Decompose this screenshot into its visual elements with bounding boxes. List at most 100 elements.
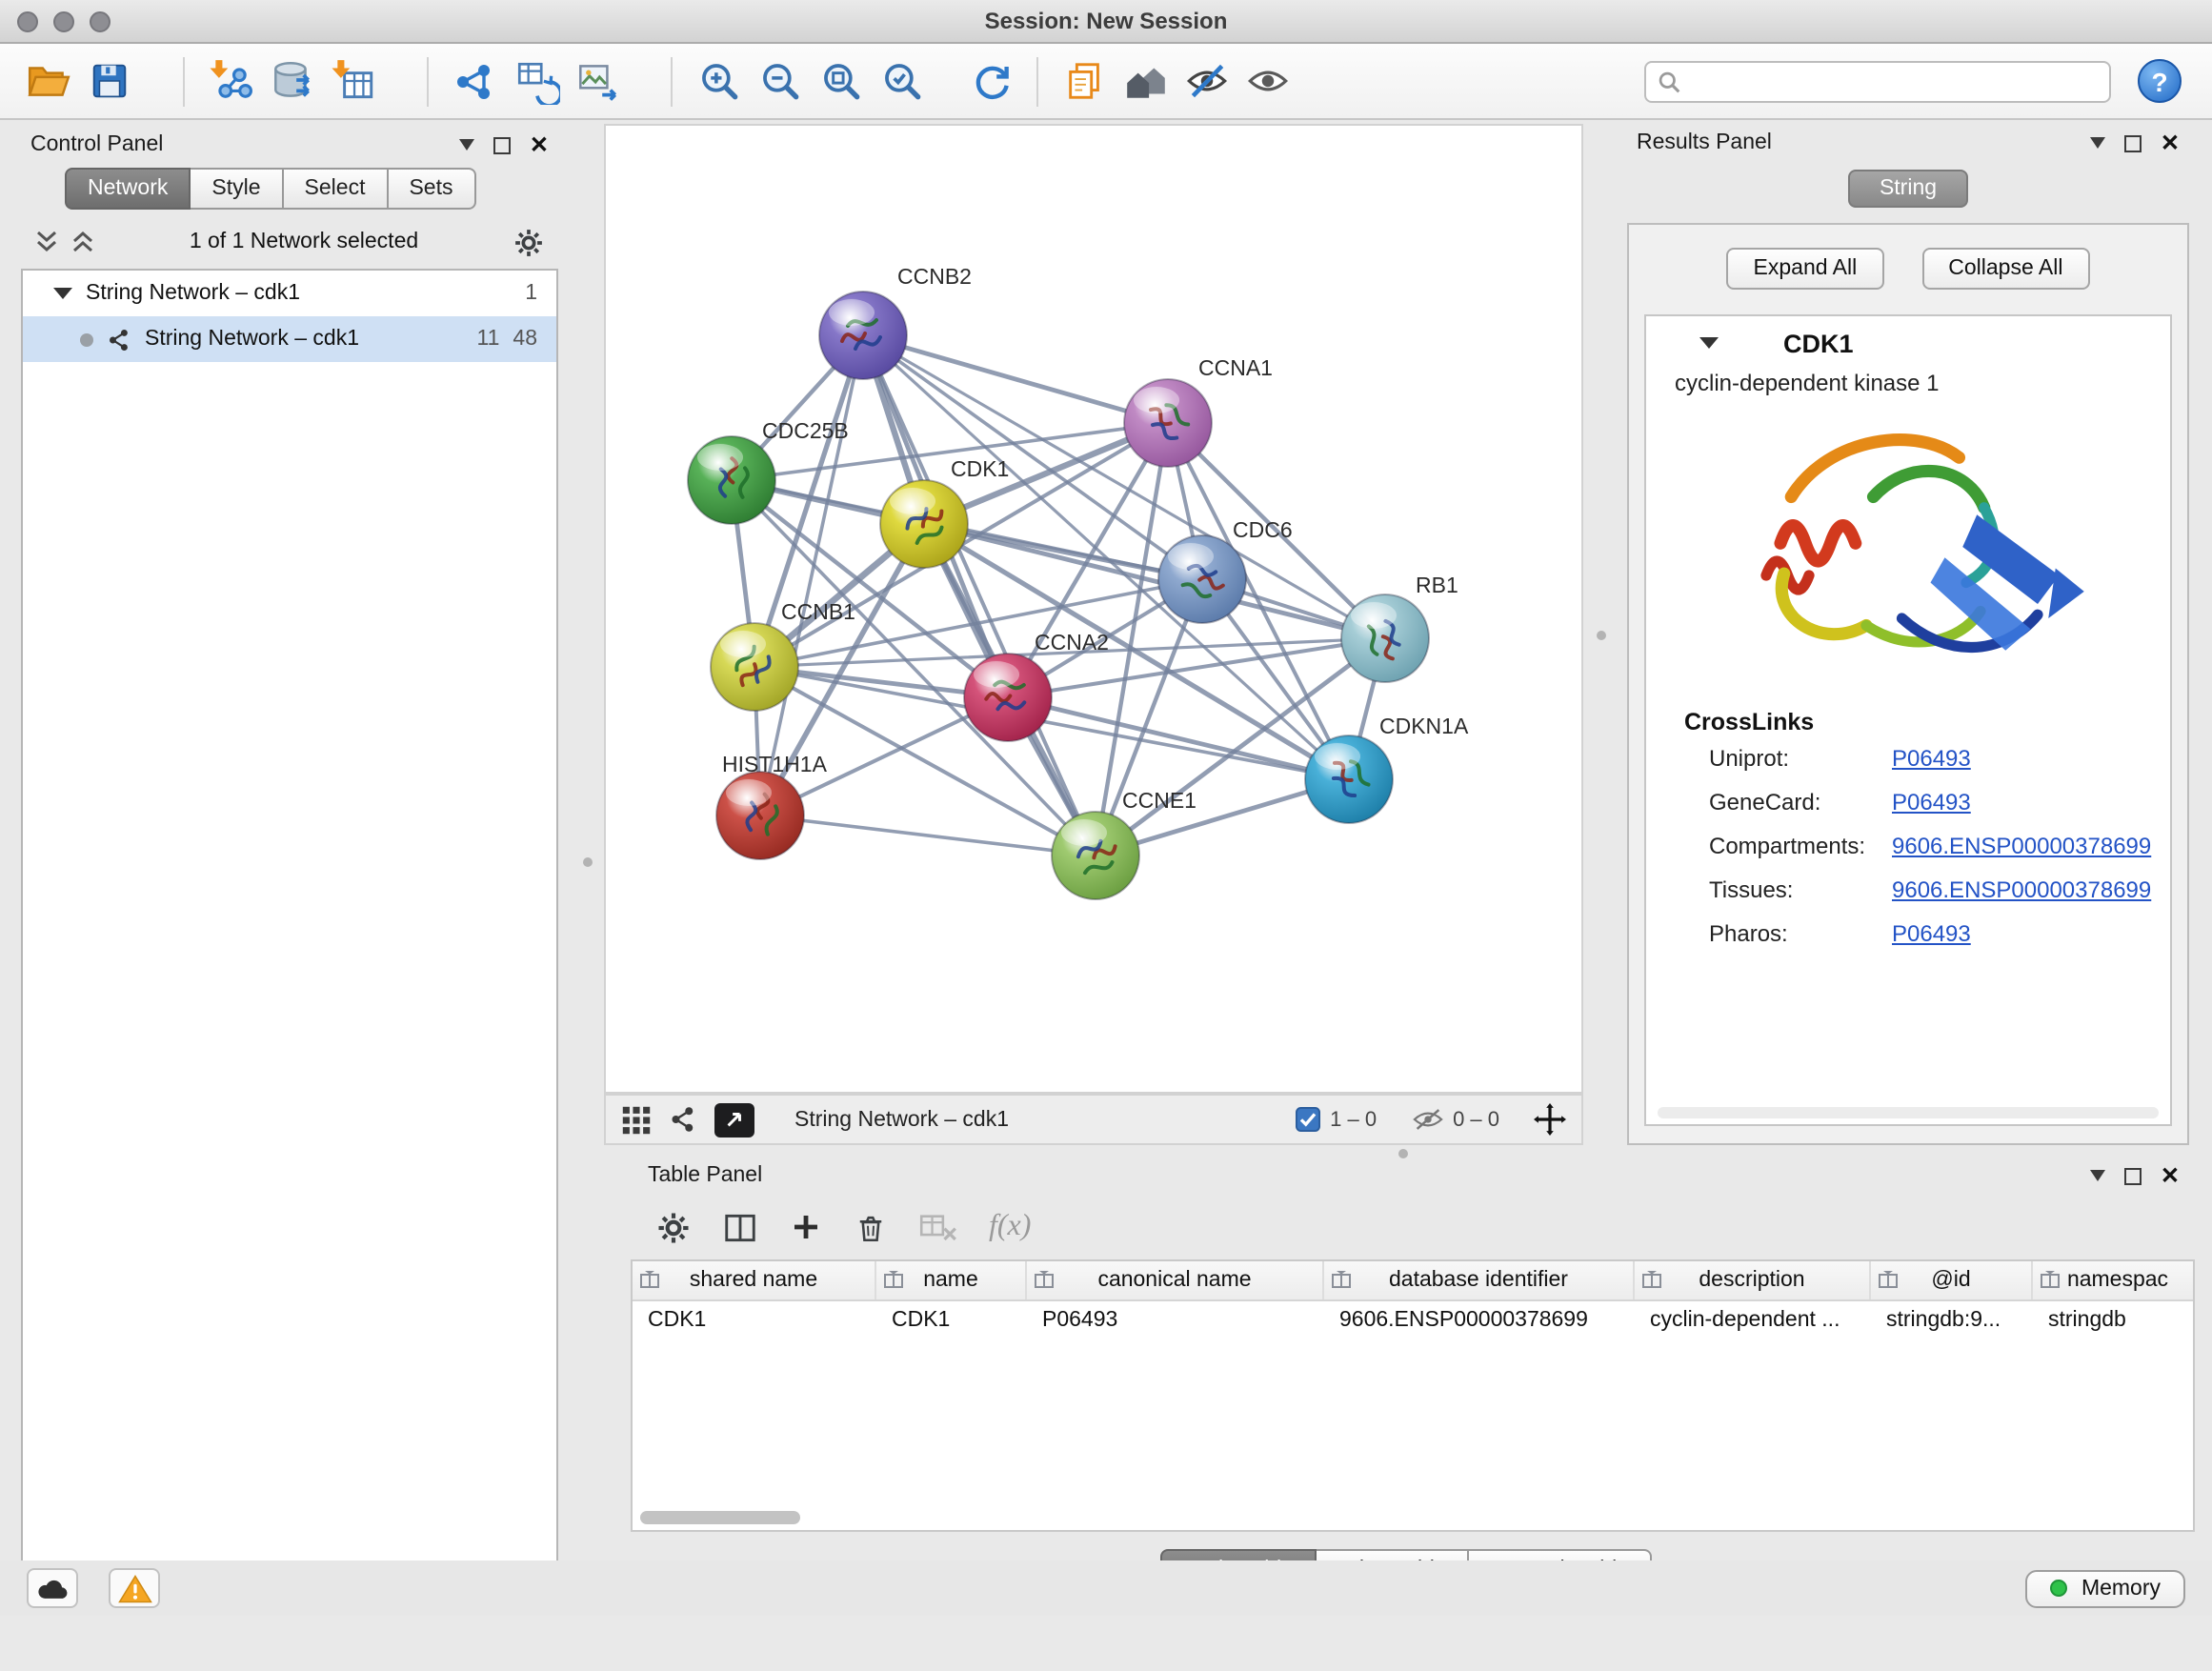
- column-header-name[interactable]: name: [876, 1261, 1027, 1299]
- node-label-CCNA1: CCNA1: [1198, 355, 1273, 380]
- protein-ribbon-icon: [1727, 404, 2089, 690]
- network-node-CCNB1[interactable]: CCNB1: [711, 599, 855, 711]
- panel-menu-icon[interactable]: [2090, 1170, 2105, 1181]
- disclosure-triangle-icon[interactable]: [53, 288, 72, 299]
- import-network-database-button[interactable]: [263, 52, 320, 110]
- network-row-selected[interactable]: String Network – cdk1 11 48: [23, 316, 556, 362]
- table-horizontal-scrollbar[interactable]: [640, 1511, 800, 1524]
- column-header--id[interactable]: @id: [1871, 1261, 2033, 1299]
- tab-network[interactable]: Network: [65, 168, 191, 210]
- network-edge-CCNB2-CCNE1[interactable]: [863, 335, 1096, 856]
- panel-close-icon[interactable]: ✕: [530, 135, 549, 154]
- toggle-visibility-button[interactable]: [1177, 52, 1235, 110]
- column-header-database-identifier[interactable]: database identifier: [1324, 1261, 1635, 1299]
- network-arrows-icon: [452, 58, 497, 104]
- table-row[interactable]: CDK1CDK1P064939606.ENSP00000378699cyclin…: [633, 1301, 2193, 1341]
- tab-select[interactable]: Select: [284, 168, 389, 210]
- zoom-selected-button[interactable]: [873, 52, 930, 110]
- table-cell[interactable]: cyclin-dependent ...: [1635, 1301, 1871, 1341]
- network-collection-row[interactable]: String Network – cdk1 1: [23, 271, 556, 316]
- network-canvas[interactable]: CCNB2CCNA1CDC25BCDK1CDC6RB1CCNB1CCNA2CDK…: [606, 126, 1581, 1092]
- expand-all-button[interactable]: Expand All: [1727, 248, 1884, 290]
- table-cell[interactable]: stringdb: [2033, 1301, 2195, 1341]
- zoom-out-button[interactable]: [751, 52, 808, 110]
- network-view-title: String Network – cdk1: [794, 1108, 1009, 1131]
- protein-disclosure-icon[interactable]: [1699, 337, 1719, 349]
- zoom-fit-button[interactable]: [812, 52, 869, 110]
- table-cell[interactable]: 9606.ENSP00000378699: [1324, 1301, 1635, 1341]
- crosslink-link[interactable]: P06493: [1892, 788, 1971, 815]
- table-options-gear-icon[interactable]: [655, 1209, 692, 1245]
- panel-menu-icon[interactable]: [459, 139, 474, 151]
- column-header-namespac[interactable]: namespac: [2033, 1261, 2195, 1299]
- collapse-all-button[interactable]: Collapse All: [1921, 248, 2089, 290]
- warnings-button[interactable]: [109, 1568, 160, 1608]
- refresh-view-button[interactable]: [962, 52, 1019, 110]
- hidden-eye-slash-icon[interactable]: [1411, 1107, 1443, 1132]
- new-network-from-selection-button[interactable]: [446, 52, 503, 110]
- right-splitter-handle[interactable]: [1597, 631, 1606, 640]
- column-header-description[interactable]: description: [1635, 1261, 1871, 1299]
- tab-string[interactable]: String: [1849, 170, 1967, 208]
- crosslink-row: Tissues:9606.ENSP00000378699: [1646, 867, 2170, 911]
- column-header-shared-name[interactable]: shared name: [633, 1261, 876, 1299]
- panel-close-icon[interactable]: ✕: [2161, 133, 2180, 152]
- network-edge-HIST1H1A-CCNE1[interactable]: [760, 815, 1096, 856]
- zoom-in-button[interactable]: [690, 52, 747, 110]
- panel-close-icon[interactable]: ✕: [2161, 1166, 2180, 1185]
- table-panel: Table Panel ✕ f(x) shared namenamecanoni…: [617, 1157, 2195, 1597]
- collapse-all-icon[interactable]: [34, 229, 59, 255]
- network-node-CCNA1[interactable]: CCNA1: [1124, 355, 1273, 467]
- close-window-button[interactable]: [17, 11, 38, 32]
- minimize-window-button[interactable]: [53, 11, 74, 32]
- crosslink-link[interactable]: P06493: [1892, 919, 1971, 946]
- selected-checkbox-icon[interactable]: [1296, 1107, 1320, 1132]
- network-node-HIST1H1A[interactable]: HIST1H1A: [716, 752, 828, 859]
- table-cell[interactable]: CDK1: [876, 1301, 1027, 1341]
- network-node-CDK1[interactable]: CDK1: [880, 456, 1009, 568]
- table-cell[interactable]: CDK1: [633, 1301, 876, 1341]
- network-table-button[interactable]: [507, 52, 564, 110]
- memory-button[interactable]: Memory: [2026, 1569, 2185, 1607]
- crosslink-link[interactable]: 9606.ENSP00000378699: [1892, 832, 2151, 858]
- help-button[interactable]: ?: [2138, 59, 2182, 103]
- panel-menu-icon[interactable]: [2090, 137, 2105, 149]
- panel-float-icon[interactable]: [2124, 1167, 2142, 1184]
- search-box[interactable]: [1644, 60, 2111, 102]
- show-all-button[interactable]: [1238, 52, 1296, 110]
- create-column-plus-icon[interactable]: [789, 1210, 823, 1244]
- show-columns-icon[interactable]: [722, 1209, 758, 1245]
- crosslink-link[interactable]: P06493: [1892, 744, 1971, 771]
- cloud-button[interactable]: [27, 1568, 78, 1608]
- tab-style[interactable]: Style: [191, 168, 283, 210]
- export-image-button[interactable]: [568, 52, 625, 110]
- network-node-RB1[interactable]: RB1: [1341, 573, 1458, 682]
- column-header-canonical-name[interactable]: canonical name: [1027, 1261, 1324, 1299]
- pan-crosshair-icon[interactable]: [1534, 1103, 1566, 1136]
- left-splitter-handle[interactable]: [583, 857, 593, 867]
- save-floppy-icon: [87, 59, 131, 103]
- network-node-CDKN1A[interactable]: CDKN1A: [1305, 714, 1469, 823]
- table-cell[interactable]: stringdb:9...: [1871, 1301, 2033, 1341]
- zoom-window-button[interactable]: [90, 11, 111, 32]
- tab-sets[interactable]: Sets: [388, 168, 475, 210]
- delete-column-trash-icon[interactable]: [854, 1209, 888, 1245]
- search-input[interactable]: [1690, 68, 2098, 94]
- panel-float-icon[interactable]: [493, 136, 511, 153]
- table-cell[interactable]: P06493: [1027, 1301, 1324, 1341]
- open-session-button[interactable]: [19, 52, 76, 110]
- expand-all-icon[interactable]: [70, 229, 95, 255]
- import-table-file-button[interactable]: [324, 52, 381, 110]
- save-session-button[interactable]: [80, 52, 137, 110]
- network-edge-CCNB2-HIST1H1A[interactable]: [760, 335, 863, 815]
- home-button[interactable]: [1116, 52, 1174, 110]
- network-view-icon[interactable]: [669, 1105, 697, 1134]
- detach-view-button[interactable]: [714, 1102, 754, 1137]
- copy-document-button[interactable]: [1056, 52, 1113, 110]
- import-network-file-button[interactable]: [202, 52, 259, 110]
- grid-view-icon[interactable]: [621, 1104, 652, 1135]
- results-scrollbar[interactable]: [1658, 1107, 2159, 1118]
- panel-float-icon[interactable]: [2124, 134, 2142, 151]
- crosslink-link[interactable]: 9606.ENSP00000378699: [1892, 876, 2151, 902]
- gear-icon[interactable]: [513, 226, 545, 258]
